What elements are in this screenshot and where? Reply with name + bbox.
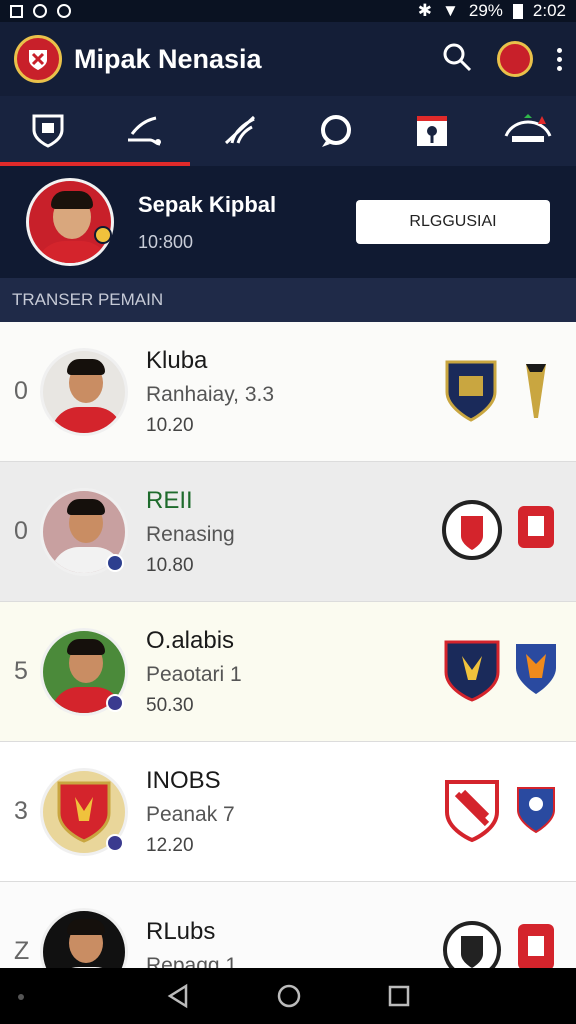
profile-avatar[interactable] [26,178,114,266]
home-icon[interactable] [276,983,302,1009]
player-detail: Repaqg 1 [146,953,238,969]
search-icon[interactable] [441,41,473,78]
profile-card: Sepak Kipbal 10:800 RLGGUSIAI [0,166,576,278]
notification-icon-2 [57,4,71,18]
boot-icon [224,115,256,145]
battery-icon [512,3,523,19]
club-crest-icon [442,500,502,560]
chat-icon [321,115,351,147]
club-crest-icon [444,640,500,702]
wifi-icon: ▼ [442,1,459,20]
club-mini-badge-icon [106,834,124,852]
profile-action-button[interactable]: RLGGUSIAI [356,200,550,244]
club-mini-badge-icon [106,694,124,712]
club-crest-icon [445,780,499,843]
list-item[interactable]: Z RLubs Repaqg 1 [0,882,576,968]
transfer-list: 0 Kluba Ranhaiay, 3.3 10.20 0 REII Renas… [0,322,576,968]
player-name: Kluba [146,346,208,374]
app-logo [14,35,62,83]
tab-boot[interactable] [192,96,288,166]
bluetooth-icon: ✱ [417,1,433,20]
rank: 5 [14,657,28,685]
player-detail: Peaotari 1 [146,662,242,686]
clock: 2:02 [532,1,566,20]
player-name: REII [146,486,193,514]
tab-chat[interactable] [288,96,384,166]
app-title: Mipak Nenasia [74,43,262,74]
club-crest-icon [516,644,556,694]
tab-calendar[interactable] [384,96,480,166]
player-price: 12.20 [146,834,194,856]
whistle-icon [128,116,161,146]
profile-name: Sepak Kipbal [138,191,277,217]
player-name: INOBS [146,766,221,794]
more-options-icon[interactable] [557,47,562,71]
player-name: O.alabis [146,626,235,654]
status-bar: ✱ ▼ 29% 2:02 [0,0,576,22]
profile-value: 10:800 [138,231,194,252]
club-crest-icon [517,787,555,834]
club-crest-icon [443,921,501,968]
image-notification-icon [10,4,23,18]
club-crest-icon [445,360,497,422]
rank: 0 [14,377,28,405]
battery-percent: 29% [468,1,503,20]
player-detail: Ranhaiay, 3.3 [146,382,275,406]
list-item[interactable]: 0 Kluba Ranhaiay, 3.3 10.20 [0,322,576,462]
list-item[interactable]: 3 INOBS Peanak 7 12.20 [0,742,576,882]
player-price: 50.30 [146,694,194,716]
rank: 0 [14,517,28,545]
club-crest-icon [32,114,64,148]
verified-badge-icon [94,226,112,244]
stadium-icon [504,114,552,142]
tab-whistle[interactable] [96,96,192,166]
recents-icon[interactable] [388,985,410,1007]
calendar-icon [417,116,447,146]
app-bar: Mipak Nenasia [0,22,576,96]
player-avatar [40,347,128,436]
trophy-icon [526,364,546,418]
club-crest-icon [518,924,554,968]
back-icon[interactable] [166,983,190,1009]
player-avatar [40,907,128,968]
rank: Z [14,937,30,965]
tab-club[interactable] [0,96,96,166]
player-price: 10.80 [146,554,194,576]
tab-bar [0,96,576,166]
tab-stadium[interactable] [480,96,576,166]
player-detail: Renasing [146,522,235,546]
club-crest-icon [518,506,554,548]
section-header: TRANSER PEMAIN [0,278,576,322]
club-mini-badge-icon [106,554,124,572]
list-item[interactable]: 5 O.alabis Peaotari 1 50.30 [0,602,576,742]
notification-icon [33,4,47,18]
system-nav-bar [0,968,576,1024]
player-price: 10.20 [146,414,194,436]
player-name: RLubs [146,917,216,945]
nav-indicator-dot [18,994,24,1000]
rank: 3 [14,797,28,825]
club-avatar-button[interactable] [497,41,533,77]
list-item[interactable]: 0 REII Renasing 10.80 [0,462,576,602]
player-detail: Peanak 7 [146,802,235,826]
